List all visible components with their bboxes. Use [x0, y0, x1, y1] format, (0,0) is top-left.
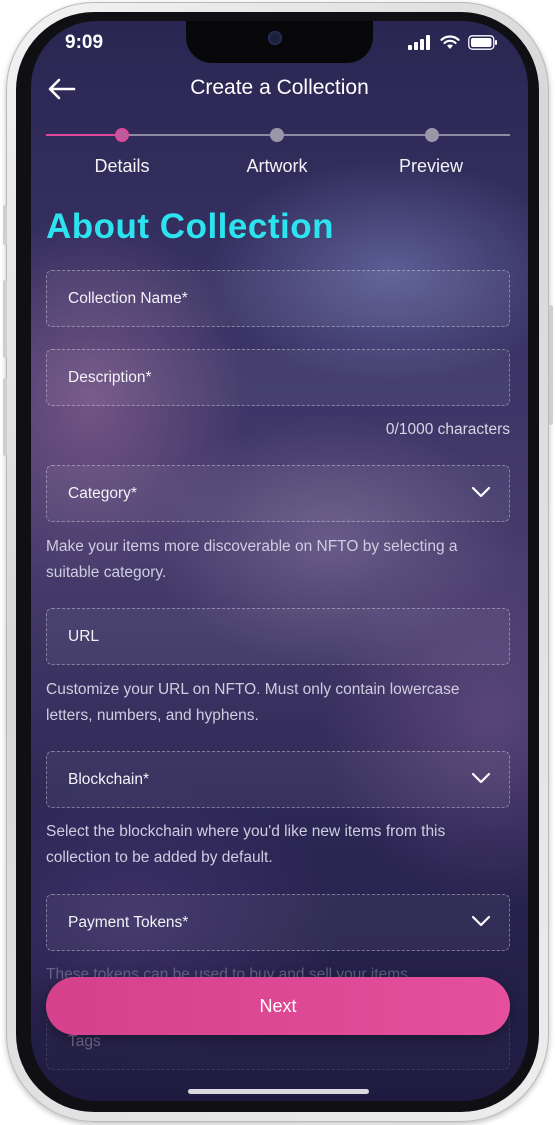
- blockchain-helper-text: Select the blockchain where you'd like n…: [46, 823, 446, 866]
- payment-tokens-placeholder: Payment Tokens*: [68, 914, 189, 931]
- chevron-down-icon: [471, 772, 491, 784]
- step-dot-artwork[interactable]: [270, 128, 284, 142]
- url-placeholder: URL: [68, 628, 100, 645]
- url-field[interactable]: URL: [46, 608, 510, 665]
- volume-down-button: [3, 378, 7, 456]
- category-placeholder: Category*: [68, 485, 137, 502]
- home-indicator[interactable]: [188, 1089, 369, 1094]
- mute-switch: [3, 205, 7, 245]
- url-helper-text: Customize your URL on NFTO. Must only co…: [46, 681, 460, 724]
- stepper-progress: [46, 134, 122, 136]
- app-screen: 9:09 Create a Collection Details Artwork…: [31, 21, 528, 1101]
- category-select[interactable]: Category*: [46, 465, 510, 522]
- step-dot-details[interactable]: [115, 128, 129, 142]
- power-button: [549, 305, 553, 425]
- description-char-count: 0/1000 characters: [385, 421, 510, 438]
- wifi-icon: [440, 35, 460, 49]
- category-helper-text: Make your items more discoverable on NFT…: [46, 538, 458, 581]
- collection-name-placeholder: Collection Name*: [68, 290, 188, 307]
- notch: [186, 21, 373, 63]
- chevron-down-icon: [471, 486, 491, 498]
- volume-up-button: [3, 280, 7, 358]
- step-label-artwork[interactable]: Artwork: [217, 156, 337, 177]
- tags-placeholder: Tags: [68, 1033, 101, 1050]
- signal-icon: [408, 35, 430, 50]
- page-title: Create a Collection: [190, 76, 369, 99]
- description-placeholder: Description*: [68, 369, 152, 386]
- step-dot-preview[interactable]: [425, 128, 439, 142]
- blockchain-select[interactable]: Blockchain*: [46, 751, 510, 808]
- step-label-preview[interactable]: Preview: [371, 156, 491, 177]
- description-field[interactable]: Description*: [46, 349, 510, 406]
- status-icons: [408, 35, 498, 50]
- blockchain-placeholder: Blockchain*: [68, 771, 149, 788]
- collection-name-field[interactable]: Collection Name*: [46, 270, 510, 327]
- next-button[interactable]: Next: [46, 977, 510, 1035]
- chevron-down-icon: [471, 915, 491, 927]
- front-camera: [268, 31, 282, 45]
- section-title: About Collection: [46, 207, 334, 246]
- status-time: 9:09: [65, 32, 104, 53]
- battery-icon: [468, 35, 497, 50]
- step-label-details[interactable]: Details: [62, 156, 182, 177]
- payment-tokens-select[interactable]: Payment Tokens*: [46, 894, 510, 951]
